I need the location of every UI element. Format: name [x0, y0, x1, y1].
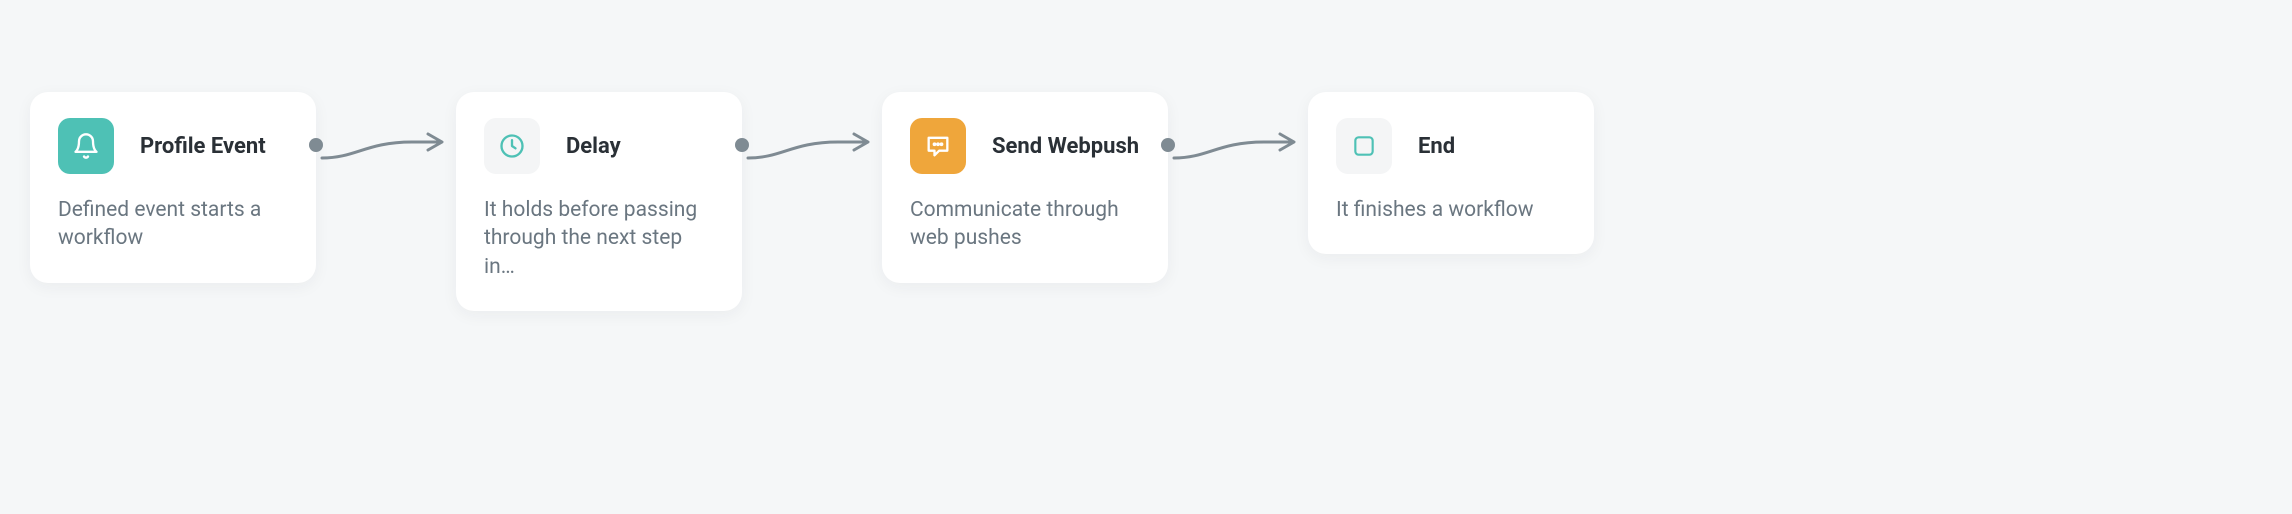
- node-profile-event[interactable]: Profile Event Defined event starts a wor…: [30, 92, 316, 283]
- workflow-canvas: Profile Event Defined event starts a wor…: [0, 0, 2292, 514]
- node-delay[interactable]: Delay It holds before passing through th…: [456, 92, 742, 311]
- connector-out-dot[interactable]: [309, 138, 323, 152]
- node-header: Send Webpush: [910, 118, 1140, 174]
- node-description: Communicate through web pushes: [910, 196, 1140, 253]
- connector-arrow: [742, 92, 882, 170]
- chat-icon: [910, 118, 966, 174]
- clock-icon: [484, 118, 540, 174]
- workflow-flow: Profile Event Defined event starts a wor…: [30, 92, 1594, 311]
- connector-arrow: [1168, 92, 1308, 170]
- square-icon: [1336, 118, 1392, 174]
- connector-out-dot[interactable]: [735, 138, 749, 152]
- node-header: End: [1336, 118, 1566, 174]
- node-title: Delay: [566, 134, 621, 159]
- node-title: Send Webpush: [992, 134, 1139, 159]
- node-title: Profile Event: [140, 134, 266, 159]
- bell-icon: [58, 118, 114, 174]
- node-send-webpush[interactable]: Send Webpush Communicate through web pus…: [882, 92, 1168, 283]
- connector-out-dot[interactable]: [1161, 138, 1175, 152]
- node-title: End: [1418, 134, 1455, 159]
- node-description: It finishes a workflow: [1336, 196, 1566, 224]
- node-end[interactable]: End It finishes a workflow: [1308, 92, 1594, 254]
- connector-arrow: [316, 92, 456, 170]
- node-description: It holds before passing through the next…: [484, 196, 714, 281]
- node-header: Delay: [484, 118, 714, 174]
- node-header: Profile Event: [58, 118, 288, 174]
- node-description: Defined event starts a workflow: [58, 196, 288, 253]
